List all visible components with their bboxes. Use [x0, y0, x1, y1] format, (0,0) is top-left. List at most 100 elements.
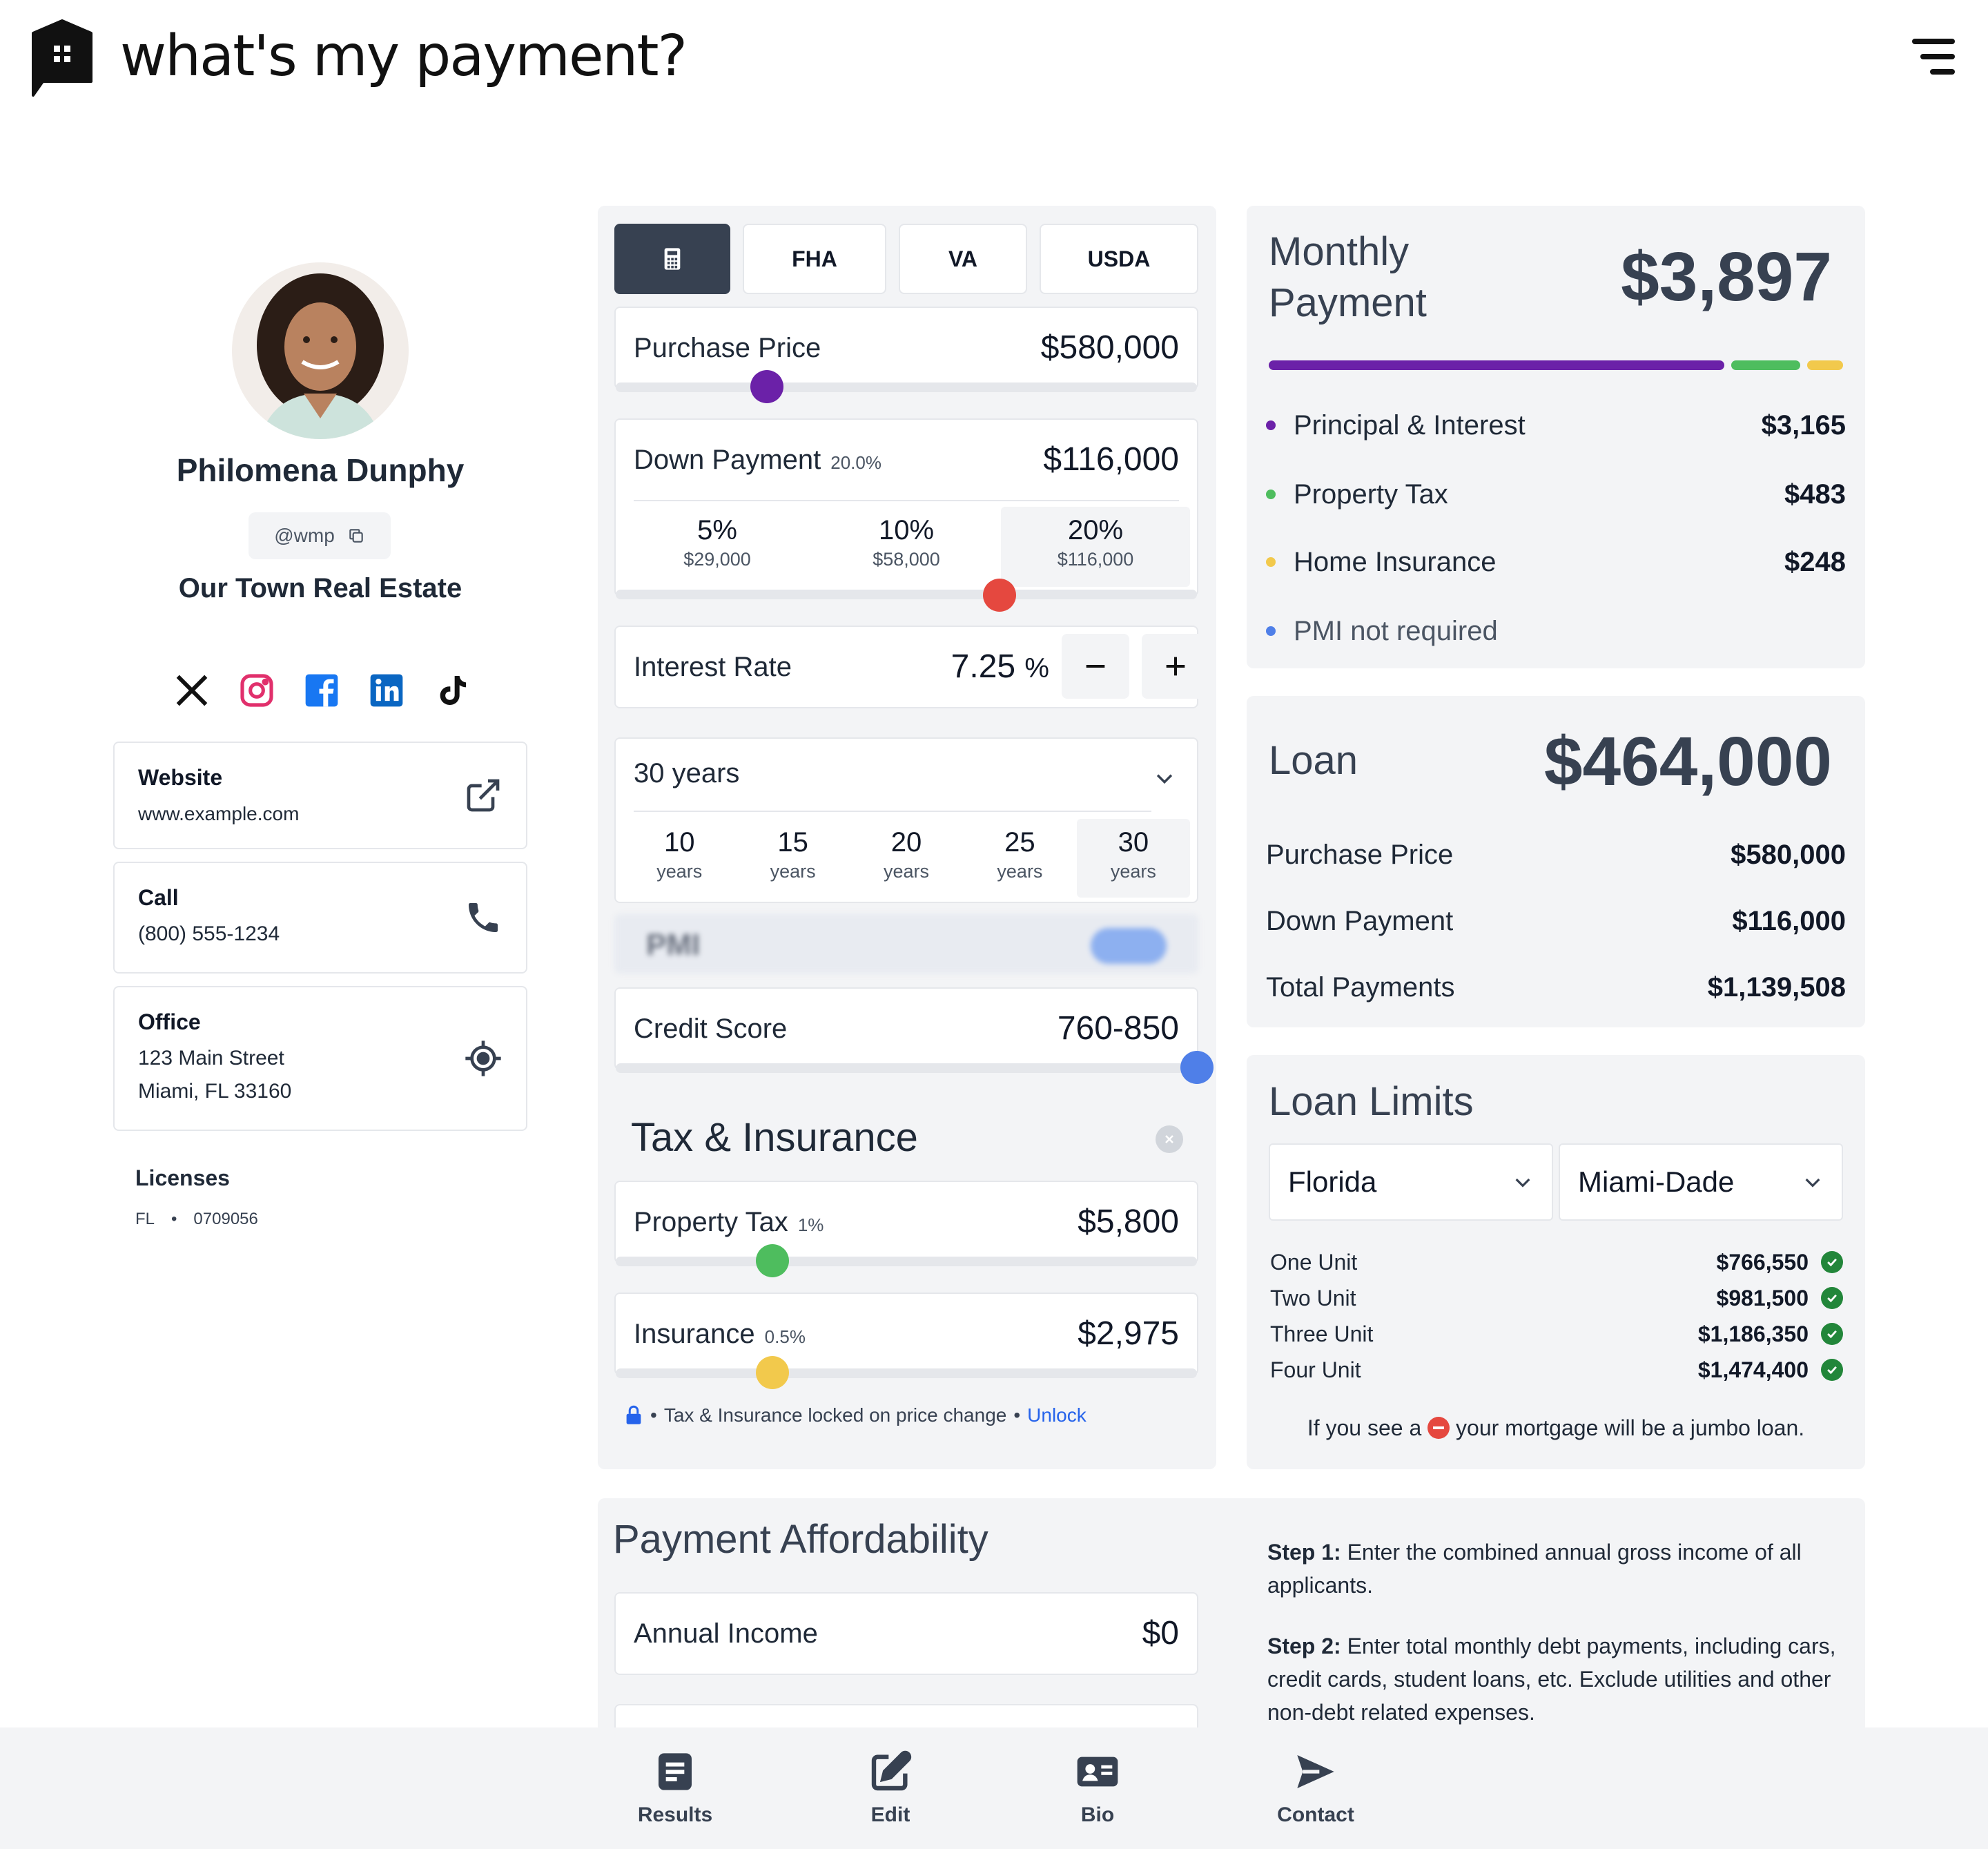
jumbo-loan-note: If you see a your mortgage will be a jum…: [1247, 1415, 1865, 1441]
instagram-icon[interactable]: [235, 668, 279, 713]
nav-bio[interactable]: Bio: [1029, 1750, 1167, 1827]
annual-income-value[interactable]: $0: [1142, 1614, 1179, 1652]
affordability-title: Payment Affordability: [613, 1517, 988, 1562]
nav-contact[interactable]: Contact: [1247, 1750, 1385, 1827]
increase-rate-button[interactable]: [1142, 634, 1209, 699]
lock-note-text: Tax & Insurance locked on price change: [663, 1404, 1007, 1426]
interest-rate-value[interactable]: 7.25 %: [926, 648, 1049, 686]
nav-edit-label: Edit: [870, 1803, 910, 1826]
tab-usda[interactable]: USDA: [1040, 224, 1198, 294]
breakdown-segment-home-insurance: [1807, 360, 1843, 370]
facebook-icon[interactable]: [300, 668, 344, 713]
logo-icon[interactable]: [29, 19, 95, 97]
step-2-text: Enter total monthly debt payments, inclu…: [1267, 1634, 1836, 1725]
purchase-price-label: Purchase Price: [634, 333, 821, 363]
tab-va[interactable]: VA: [899, 224, 1027, 294]
property-tax-slider-track[interactable]: [616, 1257, 1197, 1266]
down-payment-value[interactable]: $116,000: [1043, 441, 1179, 478]
tab-fha[interactable]: FHA: [743, 224, 886, 294]
property-tax-label-text: Property Tax: [634, 1207, 788, 1237]
insurance-field[interactable]: Insurance 0.5% $2,975: [614, 1293, 1198, 1375]
handle-chip[interactable]: @wmp: [248, 512, 391, 559]
preset-amount: $29,000: [683, 549, 751, 570]
property-tax-rate: 1%: [797, 1214, 824, 1235]
interest-rate-field[interactable]: Interest Rate 7.25 %: [614, 626, 1209, 708]
county-select[interactable]: Miami-Dade: [1559, 1143, 1843, 1221]
down-payment-slider-track[interactable]: [616, 590, 1197, 599]
chevron-down-icon[interactable]: [1153, 766, 1176, 790]
office-city: Miami, FL 33160: [138, 1080, 292, 1103]
close-icon[interactable]: [1156, 1125, 1183, 1153]
credit-score-field[interactable]: Credit Score 760-850: [614, 987, 1198, 1070]
credit-score-value[interactable]: 760-850: [1058, 1009, 1179, 1047]
paper-plane-icon: [1297, 1755, 1334, 1788]
down-payment-preset-20[interactable]: 20% $116,000: [1001, 507, 1190, 587]
purchase-price-slider-knob[interactable]: [750, 370, 783, 403]
down-payment-field[interactable]: Down Payment 20.0% $116,000 5% $29,000 10%…: [614, 418, 1198, 597]
term-option-30[interactable]: 30 years: [1076, 819, 1191, 898]
id-card-icon: [1077, 1756, 1118, 1787]
calculator-icon: [664, 248, 681, 270]
bullet-separator: •: [171, 1210, 177, 1228]
term-option-10[interactable]: 10 years: [623, 819, 736, 898]
decrease-rate-button[interactable]: [1062, 634, 1129, 699]
preset-percent: 20%: [1067, 515, 1124, 545]
credit-score-slider-track[interactable]: [616, 1063, 1197, 1073]
step-1-text: Enter the combined annual gross income o…: [1267, 1540, 1802, 1598]
linkedin-icon[interactable]: [364, 668, 409, 713]
term-option-25[interactable]: 25 years: [963, 819, 1076, 898]
state-select[interactable]: Florida: [1269, 1143, 1553, 1221]
monthly-payment-title: Monthly Payment: [1269, 226, 1427, 329]
legend-label: Principal & Interest: [1294, 409, 1526, 441]
down-payment-preset-10[interactable]: 10% $58,000: [812, 507, 1001, 587]
step-1-label: Step 1:: [1267, 1540, 1341, 1565]
office-street: 123 Main Street: [138, 1047, 284, 1069]
call-card[interactable]: Call (800) 555-1234: [113, 862, 527, 974]
unlock-link[interactable]: Unlock: [1027, 1404, 1086, 1426]
down-payment-preset-5[interactable]: 5% $29,000: [623, 507, 812, 587]
property-tax-field[interactable]: Property Tax 1% $5,800: [614, 1181, 1198, 1264]
purchase-price-slider-track[interactable]: [616, 383, 1197, 392]
nav-contact-label: Contact: [1277, 1803, 1354, 1826]
purchase-price-field[interactable]: Purchase Price $580,000: [614, 307, 1198, 389]
pmi-toggle[interactable]: [1091, 928, 1167, 964]
insurance-slider-track[interactable]: [616, 1368, 1197, 1378]
annual-income-field[interactable]: Annual Income $0: [614, 1592, 1198, 1675]
loan-row-label: Total Payments: [1266, 972, 1455, 1003]
website-card[interactable]: Website www.example.com: [113, 742, 527, 849]
property-tax-value[interactable]: $5,800: [1078, 1203, 1179, 1241]
term-option-15[interactable]: 15 years: [736, 819, 849, 898]
preset-amount: $116,000: [1057, 549, 1134, 570]
down-payment-slider-knob[interactable]: [982, 579, 1016, 612]
brand-name[interactable]: what's my payment?: [120, 22, 688, 91]
loan-term-field[interactable]: 30 years 10 years 15 years 20 years 25 years…: [614, 737, 1198, 903]
tiktok-icon[interactable]: [429, 668, 474, 713]
purchase-price-value[interactable]: $580,000: [1041, 329, 1179, 367]
external-link-icon: [467, 779, 500, 812]
limit-row-one-unit: One Unit $766,550: [1270, 1244, 1843, 1280]
legend-dot: [1266, 626, 1276, 636]
copy-icon[interactable]: [347, 527, 365, 545]
minus-icon: [1086, 665, 1105, 668]
property-tax-slider-knob[interactable]: [756, 1244, 790, 1277]
nav-results[interactable]: Results: [606, 1750, 744, 1827]
nav-edit[interactable]: Edit: [821, 1750, 959, 1827]
insurance-slider-knob[interactable]: [756, 1356, 790, 1389]
hamburger-menu-icon[interactable]: [1908, 39, 1955, 80]
limit-value: $1,474,400: [1697, 1357, 1809, 1382]
pmi-toggle-row[interactable]: PMI: [614, 914, 1198, 974]
term-option-20[interactable]: 20 years: [850, 819, 963, 898]
insurance-value[interactable]: $2,975: [1078, 1315, 1179, 1353]
percent-unit: %: [1024, 653, 1049, 684]
loan-row-label: Purchase Price: [1266, 840, 1454, 870]
lock-icon[interactable]: [624, 1405, 643, 1426]
insurance-label-text: Insurance: [634, 1319, 755, 1349]
office-card[interactable]: Office 123 Main Street Miami, FL 33160: [113, 986, 527, 1131]
preset-amount: $58,000: [873, 549, 940, 570]
loan-term-selected[interactable]: 30 years: [634, 758, 739, 789]
x-icon[interactable]: [170, 668, 214, 713]
term-number: 25: [1004, 827, 1035, 858]
title-line-2: Payment: [1269, 280, 1427, 325]
tab-calculator[interactable]: [614, 224, 730, 294]
credit-score-slider-knob[interactable]: [1180, 1051, 1214, 1084]
